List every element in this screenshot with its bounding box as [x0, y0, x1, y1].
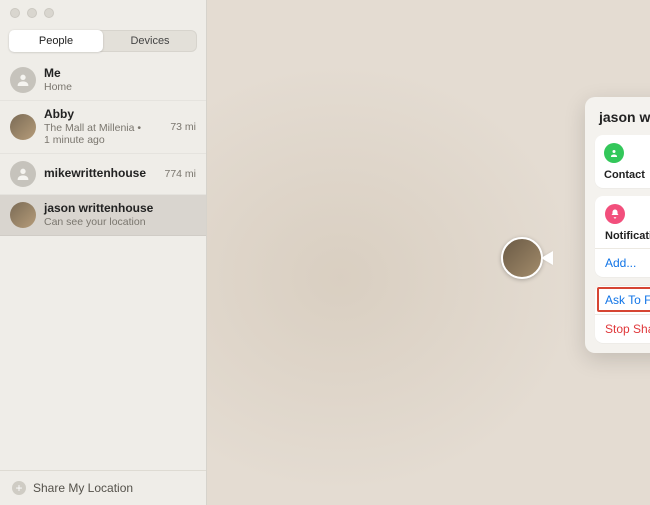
- sidebar: People Devices Me Home Abby The Mall at …: [0, 0, 207, 505]
- avatar: [10, 114, 36, 140]
- list-item-mike[interactable]: mikewrittenhouse 774 mi: [0, 154, 206, 195]
- list-item-name: Me: [44, 67, 196, 81]
- list-item-me[interactable]: Me Home: [0, 60, 206, 101]
- list-item-name: jason writtenhouse: [44, 202, 196, 216]
- find-my-window: People Devices Me Home Abby The Mall at …: [0, 0, 650, 505]
- list-item-name: mikewrittenhouse: [44, 167, 156, 181]
- close-window-button[interactable]: [10, 8, 20, 18]
- add-notification-button[interactable]: Add...: [595, 248, 650, 277]
- map-area[interactable]: jason writtenhouse Contact Directions: [207, 0, 650, 505]
- card-title: jason writtenhouse: [595, 109, 650, 135]
- person-card: jason writtenhouse Contact Directions: [585, 97, 650, 353]
- list-item-text: Me Home: [44, 67, 196, 93]
- actions-panel: Ask To Follow Location Stop Sharing My L…: [595, 285, 650, 343]
- zoom-window-button[interactable]: [44, 8, 54, 18]
- person-pin[interactable]: [501, 237, 543, 279]
- list-item-text: jason writtenhouse Can see your location: [44, 202, 196, 228]
- people-list: Me Home Abby The Mall at Millenia • 1 mi…: [0, 60, 206, 470]
- map-background: [207, 0, 650, 505]
- tab-devices[interactable]: Devices: [103, 30, 197, 52]
- notifications-header: Notifications: [595, 196, 650, 248]
- minimize-window-button[interactable]: [27, 8, 37, 18]
- plus-icon: +: [12, 481, 26, 495]
- list-item-text: mikewrittenhouse: [44, 167, 156, 181]
- list-item-name: Abby: [44, 108, 162, 122]
- tab-people[interactable]: People: [9, 30, 103, 52]
- list-item-distance: 774 mi: [164, 168, 196, 180]
- list-item-sub: Home: [44, 81, 196, 93]
- share-my-location-button[interactable]: + Share My Location: [0, 470, 206, 505]
- list-item-distance: 73 mi: [170, 121, 196, 133]
- window-controls: [0, 0, 206, 26]
- share-label: Share My Location: [33, 481, 133, 495]
- segmented-control: People Devices: [9, 30, 197, 52]
- contact-icon: [604, 143, 624, 163]
- card-tile-row: Contact Directions: [595, 135, 650, 188]
- list-item-text: Abby The Mall at Millenia • 1 minute ago: [44, 108, 162, 146]
- stop-sharing-button[interactable]: Stop Sharing My Location: [595, 314, 650, 343]
- list-item-jason[interactable]: jason writtenhouse Can see your location: [0, 195, 206, 236]
- notifications-label: Notifications: [605, 230, 650, 242]
- avatar: [10, 161, 36, 187]
- contact-button[interactable]: Contact: [595, 135, 650, 188]
- list-item-sub: Can see your location: [44, 216, 196, 228]
- avatar: [501, 237, 543, 279]
- ask-to-follow-button[interactable]: Ask To Follow Location: [595, 285, 650, 314]
- notifications-panel: Notifications Add...: [595, 196, 650, 277]
- contact-label: Contact: [604, 169, 650, 181]
- avatar: [10, 67, 36, 93]
- list-item-abby[interactable]: Abby The Mall at Millenia • 1 minute ago…: [0, 101, 206, 154]
- list-item-sub: The Mall at Millenia • 1 minute ago: [44, 122, 162, 146]
- avatar: [10, 202, 36, 228]
- bell-icon: [605, 204, 625, 224]
- callout-pointer: [541, 251, 553, 265]
